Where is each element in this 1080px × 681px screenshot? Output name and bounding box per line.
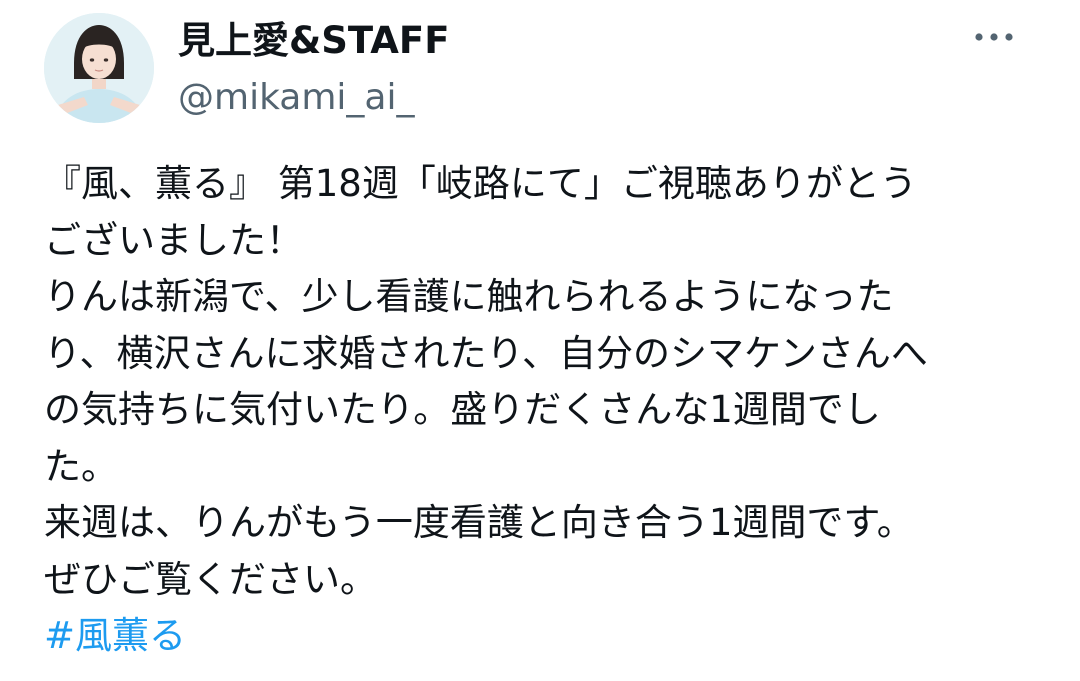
tweet-text-line: の気持ちに気付いたり。盛りだくさんな1週間でし xyxy=(44,388,881,431)
user-handle[interactable]: @mikami_ai_ xyxy=(178,75,414,121)
tweet-text-line: 来週は、りんがもう一度看護と向き合う1週間です。 xyxy=(44,501,914,544)
tweet-text-line: ございました！ xyxy=(44,218,303,262)
more-horizontal-icon xyxy=(975,33,1013,41)
tweet: 見上愛&STAFF @mikami_ai_ 『風、薫る』 第18週「岐路にて」ご… xyxy=(0,0,1080,681)
tweet-text-line: ぜひご覧ください。 xyxy=(44,557,377,601)
tweet-text: 『風、薫る』 第18週「岐路にて」ご視聴ありがとう ございました！ りんは新潟で… xyxy=(44,156,1044,665)
avatar-image xyxy=(44,13,154,123)
tweet-text-line: りんは新潟で、少し看護に触れられるようになった xyxy=(44,275,894,318)
tweet-text-line: 『風、薫る』 第18週「岐路にて」ご視聴ありがとう xyxy=(44,162,917,205)
tweet-text-line: り、横沢さんに求婚されたり、自分のシマケンさんへ xyxy=(44,331,928,375)
tweet-text-line: た。 xyxy=(44,444,118,488)
hashtag-link[interactable]: #風薫る xyxy=(44,614,186,657)
avatar[interactable] xyxy=(44,13,154,123)
more-options-button[interactable] xyxy=(966,17,1022,57)
display-name[interactable]: 見上愛&STAFF xyxy=(178,18,449,64)
